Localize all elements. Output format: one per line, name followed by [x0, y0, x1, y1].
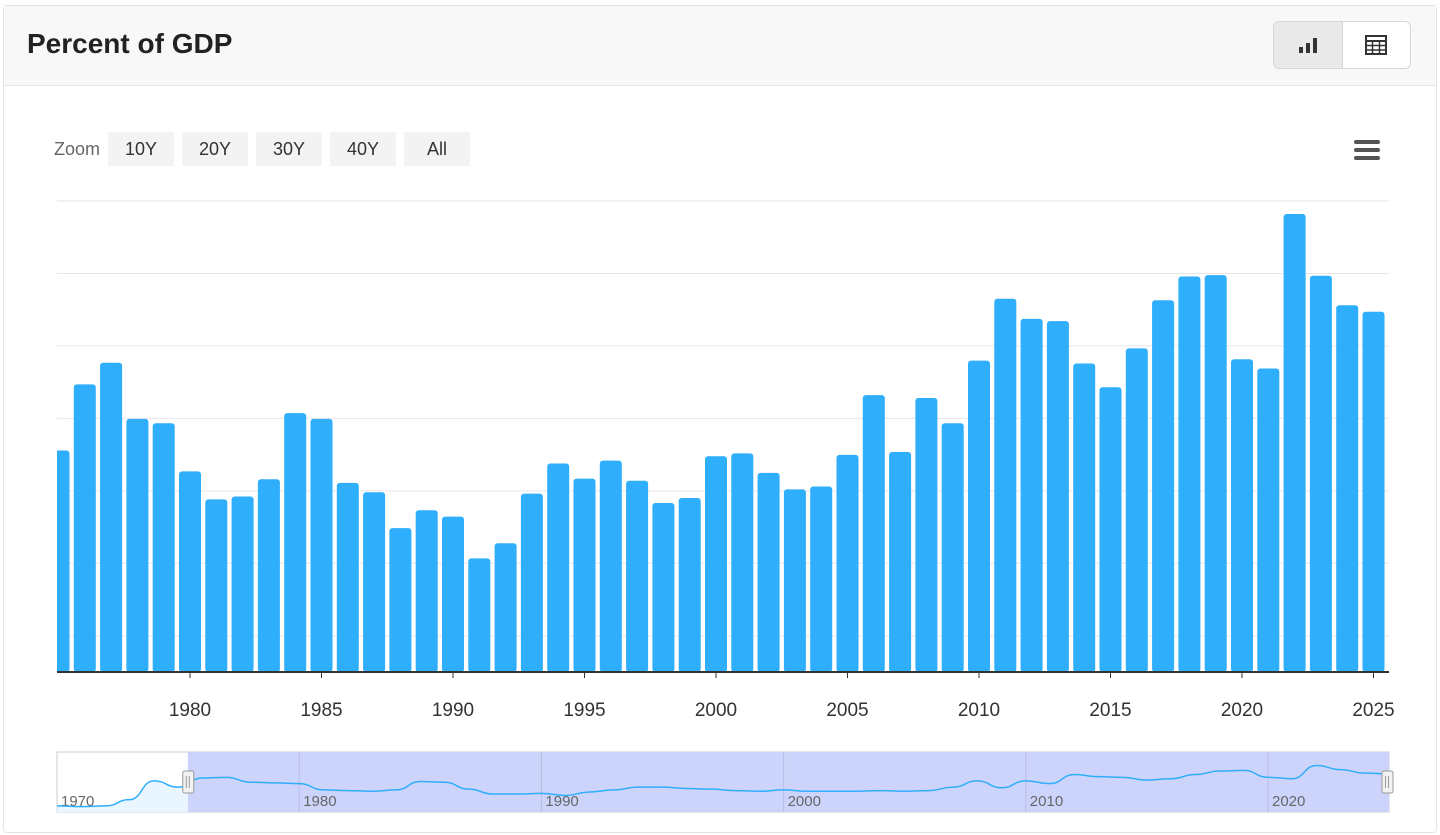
bar-1976[interactable]	[73, 384, 96, 672]
x-axis-ticks: 1980 1985 1990 1995 2000 2005 2010 2015 2020 2025	[169, 672, 1395, 721]
bar-2015[interactable]	[1099, 387, 1122, 672]
bar-1994[interactable]	[547, 463, 570, 672]
bar-2009[interactable]	[941, 423, 964, 672]
bar-2007[interactable]	[889, 451, 912, 672]
bar-2008[interactable]	[915, 398, 938, 672]
navigator-left-handle[interactable]	[182, 770, 195, 794]
x-tick-label-1985: 1985	[300, 700, 342, 721]
bar-2001[interactable]	[731, 453, 754, 672]
bar-2022[interactable]	[1283, 213, 1306, 672]
bar-2010[interactable]	[968, 360, 990, 672]
x-tick-label-2010: 2010	[958, 700, 1000, 721]
range-navigator[interactable]: 1970 1980 1990 2000 2010 2020	[56, 751, 1394, 813]
bar-1984[interactable]	[284, 413, 307, 672]
bar-1992[interactable]	[494, 543, 517, 672]
bar-series	[48, 213, 1385, 672]
bar-1985[interactable]	[310, 418, 333, 672]
x-tick-label-2015: 2015	[1089, 700, 1131, 721]
bar-1996[interactable]	[599, 460, 622, 672]
bar-1979[interactable]	[152, 423, 175, 672]
bar-1978[interactable]	[126, 418, 149, 672]
bar-chart: 1980 1985 1990 1995 2000 2005 2010 2015 2020 2025…	[48, 200, 1395, 813]
bar-2025[interactable]	[1362, 311, 1385, 672]
x-tick-label-1995: 1995	[563, 700, 605, 721]
bar-2004[interactable]	[810, 486, 833, 672]
x-tick-label-2020: 2020	[1221, 700, 1263, 721]
bar-1983[interactable]	[257, 479, 280, 672]
navigator-label-2020: 2020	[1272, 793, 1305, 810]
bar-1975[interactable]	[48, 450, 70, 672]
bar-2024[interactable]	[1336, 305, 1359, 672]
bar-2003[interactable]	[783, 489, 806, 672]
bar-2023[interactable]	[1309, 275, 1332, 672]
bar-1977[interactable]	[100, 362, 123, 672]
bar-2021[interactable]	[1257, 368, 1280, 672]
bar-2016[interactable]	[1125, 348, 1148, 672]
bar-1993[interactable]	[520, 493, 543, 672]
bar-1990[interactable]	[442, 516, 464, 672]
bar-2020[interactable]	[1231, 359, 1253, 672]
x-tick-label-2005: 2005	[826, 700, 868, 721]
bar-2012[interactable]	[1020, 318, 1043, 672]
bar-2002[interactable]	[757, 472, 780, 672]
bar-1988[interactable]	[389, 528, 412, 672]
bar-2005[interactable]	[836, 454, 859, 672]
bar-1982[interactable]	[231, 496, 254, 672]
x-tick-label-1990: 1990	[432, 700, 474, 721]
bar-2019[interactable]	[1204, 275, 1227, 672]
bar-1986[interactable]	[336, 482, 359, 672]
navigator-label-2000: 2000	[788, 793, 821, 810]
navigator-label-2010: 2010	[1030, 793, 1063, 810]
bar-1989[interactable]	[415, 510, 438, 672]
bar-1991[interactable]	[468, 558, 491, 672]
bar-1995[interactable]	[573, 478, 596, 672]
bar-2011[interactable]	[994, 298, 1017, 672]
navigator-label-1980: 1980	[303, 793, 336, 810]
bar-2006[interactable]	[862, 395, 885, 672]
bar-2018[interactable]	[1178, 276, 1201, 672]
bar-1998[interactable]	[652, 503, 675, 672]
bar-1980[interactable]	[179, 471, 201, 672]
x-tick-label-1980: 1980	[169, 700, 211, 721]
navigator-right-handle[interactable]	[1381, 770, 1394, 794]
x-tick-label-2000: 2000	[695, 700, 737, 721]
bar-1997[interactable]	[626, 480, 649, 672]
bar-1981[interactable]	[205, 499, 228, 672]
bar-2000[interactable]	[705, 456, 727, 672]
bar-1999[interactable]	[678, 497, 701, 672]
bar-2014[interactable]	[1073, 363, 1096, 672]
bar-2017[interactable]	[1152, 300, 1175, 672]
bar-1987[interactable]	[363, 492, 386, 672]
bar-2013[interactable]	[1046, 321, 1069, 672]
x-tick-label-2025: 2025	[1352, 700, 1394, 721]
